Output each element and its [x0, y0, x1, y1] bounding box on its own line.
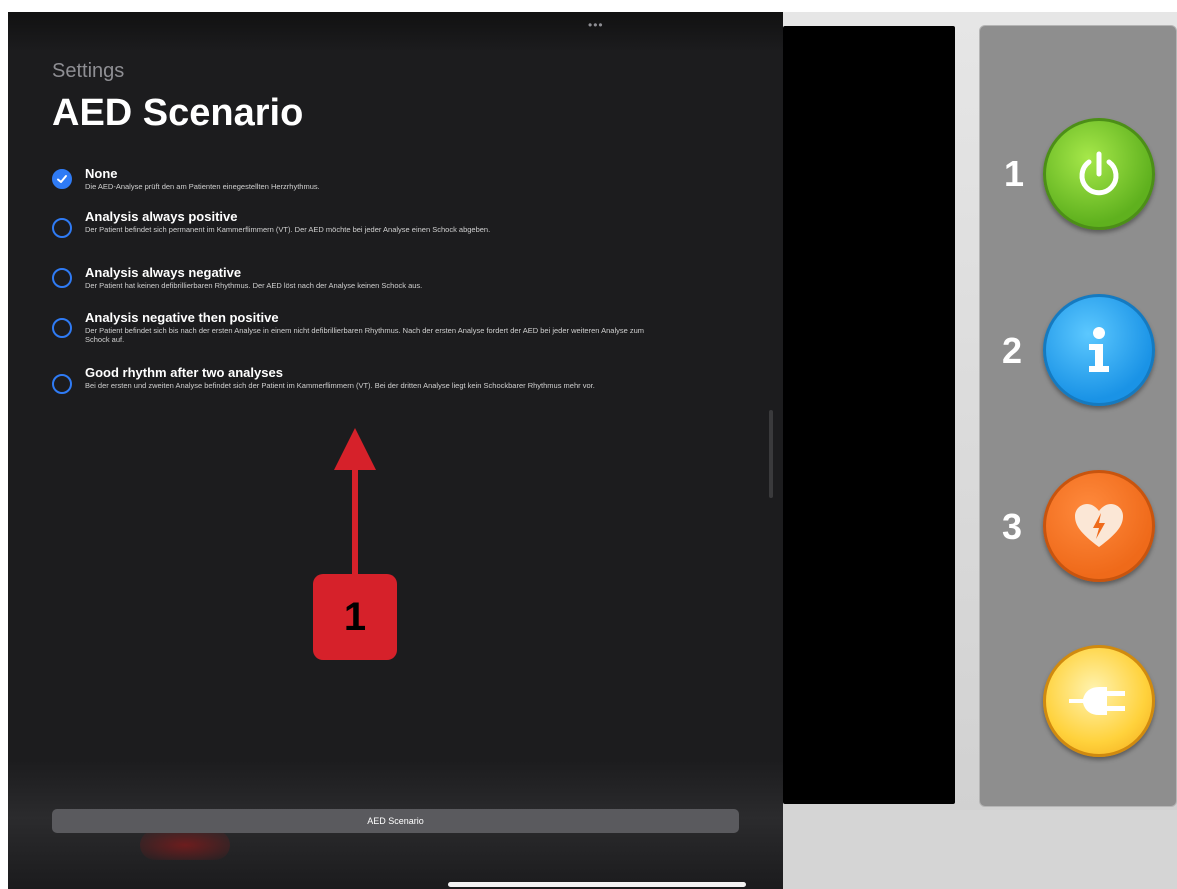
radio-icon[interactable] — [52, 318, 72, 338]
option-title: None — [85, 166, 118, 181]
annotation-arrow-icon — [334, 428, 376, 576]
info-button[interactable] — [1043, 294, 1155, 406]
option-analysis-always-positive[interactable]: Analysis always positive Der Patient bef… — [52, 209, 692, 249]
page-title: AED Scenario — [52, 92, 304, 134]
checkmark-icon — [57, 175, 67, 183]
option-title: Good rhythm after two analyses — [85, 365, 283, 380]
button-number-3: 3 — [1002, 506, 1023, 547]
option-description: Die AED-Analyse prüft den am Patienten e… — [85, 182, 320, 191]
radio-icon[interactable] — [52, 268, 72, 288]
breadcrumb[interactable]: Settings — [52, 60, 124, 83]
button-number-1: 1 — [1004, 153, 1025, 194]
home-indicator[interactable] — [448, 882, 746, 887]
option-title: Analysis negative then positive — [85, 310, 279, 325]
more-icon[interactable]: ••• — [588, 18, 604, 32]
button-number-2: 2 — [1002, 330, 1023, 371]
radio-checked-icon[interactable] — [52, 169, 72, 189]
heart-shock-icon — [1075, 504, 1123, 547]
option-description: Der Patient befindet sich bis nach der e… — [85, 326, 645, 344]
option-none[interactable]: None Die AED-Analyse prüft den am Patien… — [52, 166, 692, 192]
plug-button[interactable] — [1043, 645, 1155, 757]
option-description: Bei der ersten und zweiten Analyse befin… — [85, 381, 595, 390]
option-title: Analysis always positive — [85, 209, 238, 224]
option-title: Analysis always negative — [85, 265, 242, 280]
blurred-red-element — [140, 830, 230, 860]
tab-aed-scenario[interactable]: AED Scenario — [52, 809, 739, 833]
plug-icon — [1069, 687, 1125, 715]
scroll-indicator[interactable] — [769, 410, 773, 498]
shock-button[interactable] — [1043, 470, 1155, 582]
settings-sheet — [8, 12, 783, 889]
radio-icon[interactable] — [52, 374, 72, 394]
aed-device-base — [783, 810, 1177, 889]
radio-icon[interactable] — [52, 218, 72, 238]
option-description: Der Patient hat keinen defibrillierbaren… — [85, 281, 423, 290]
power-icon — [1079, 151, 1119, 196]
annotation-badge: 1 — [313, 574, 397, 660]
option-description: Der Patient befindet sich permanent im K… — [85, 225, 491, 234]
info-icon — [1089, 327, 1109, 372]
aed-device-screen — [783, 26, 955, 804]
option-analysis-negative-then-positive[interactable]: Analysis negative then positive Der Pati… — [52, 310, 692, 350]
power-button[interactable] — [1043, 118, 1155, 230]
sheet-top-fade — [8, 12, 783, 52]
option-analysis-always-negative[interactable]: Analysis always negative Der Patient hat… — [52, 265, 692, 293]
option-good-rhythm-after-two-analyses[interactable]: Good rhythm after two analyses Bei der e… — [52, 365, 692, 405]
